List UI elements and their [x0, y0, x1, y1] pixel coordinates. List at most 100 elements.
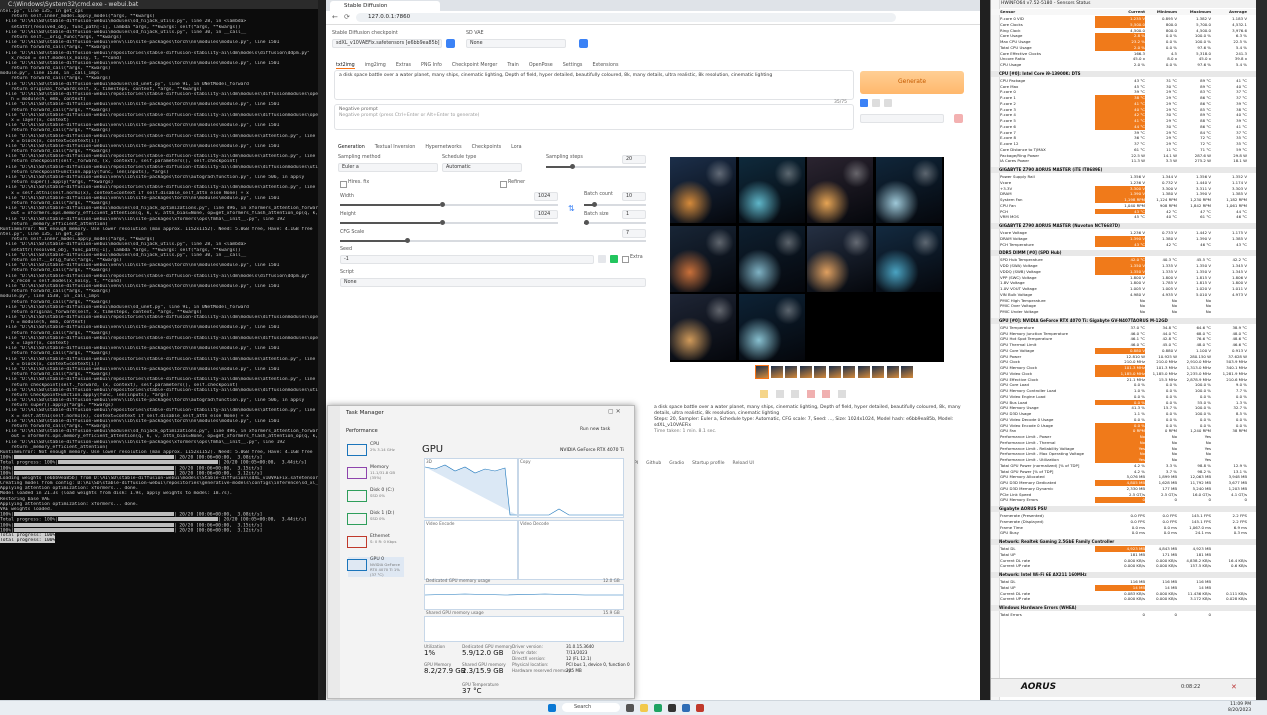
steps-input[interactable]: 20: [622, 155, 646, 164]
tab-extensions[interactable]: Extensions: [592, 63, 618, 68]
vae-select[interactable]: None: [466, 39, 566, 48]
width-input[interactable]: 1024: [534, 192, 558, 201]
gallery-thumbnail[interactable]: [857, 366, 870, 378]
tm-item-disk-0-c-[interactable]: Disk 0 (C:) SSD 0%: [347, 488, 404, 502]
hwinfo-section-header[interactable]: GPU [#0]: NVIDIA GeForce RTX 4070 Ti: Gi…: [991, 317, 1257, 324]
prompt-textarea[interactable]: a disk space battle over a water planet,…: [334, 70, 854, 100]
tm-item-cpu[interactable]: CPU 2% 3.14 GHz: [347, 442, 404, 456]
refresh-checkpoint-icon[interactable]: [446, 39, 455, 48]
hwinfo-row[interactable]: VRM MOS 45 °C 40 °C 61 °C 46 °C: [991, 214, 1257, 220]
tab-settings[interactable]: Settings: [563, 63, 583, 68]
styles-select[interactable]: [860, 114, 944, 123]
tab-train[interactable]: Train: [507, 63, 519, 68]
hwinfo-column-header[interactable]: Current: [1095, 9, 1145, 15]
batch-count-slider[interactable]: [584, 202, 646, 207]
generate-button[interactable]: Generate: [860, 71, 964, 94]
hwinfo-row[interactable]: Current UP rate 0.000 KB/s 0.000 KB/s 3.172…: [991, 596, 1257, 602]
send-img2img-icon[interactable]: [806, 390, 815, 398]
terminal-icon[interactable]: [668, 704, 676, 712]
hwinfo-column-header[interactable]: Maximum: [1181, 9, 1211, 15]
refiner-checkbox[interactable]: [500, 181, 507, 188]
subtab-generation[interactable]: Generation: [338, 145, 365, 150]
batch-size-input[interactable]: 1: [622, 210, 646, 219]
generated-image[interactable]: [670, 294, 736, 360]
folder-icon[interactable]: [760, 390, 768, 398]
task-manager-icon[interactable]: [682, 704, 690, 712]
hwinfo-row[interactable]: Total Errors 0 0 0: [991, 612, 1257, 618]
steps-slider[interactable]: [546, 164, 646, 169]
gallery-thumbnail[interactable]: [814, 366, 826, 378]
trash-icon[interactable]: [872, 99, 880, 107]
swap-dimensions-icon[interactable]: ⇅: [568, 204, 575, 213]
tab-png-info[interactable]: PNG Info: [421, 63, 442, 68]
gallery-thumbnail[interactable]: [828, 366, 841, 378]
hwinfo-row[interactable]: Current UP rate 0.000 KB/s 0.000 KB/s 157.5…: [991, 563, 1257, 569]
hwinfo-column-header[interactable]: Average: [1217, 9, 1247, 15]
gallery-thumbnail[interactable]: [785, 366, 797, 378]
hwinfo-section-header[interactable]: Network: Realtek Gaming 2.5GbE Family Co…: [991, 539, 1257, 545]
hwinfo-row[interactable]: IA Cores Power 11.3 W 3.3 W 275.2 W 18.1 W: [991, 158, 1257, 164]
hwinfo-row[interactable]: CPU Usage 2.0 % 0.0 % 97.6 % 5.4 %: [991, 62, 1257, 68]
width-slider[interactable]: [340, 202, 558, 207]
read-params-icon[interactable]: [860, 99, 868, 107]
extra-checkbox[interactable]: [622, 256, 629, 263]
hwinfo-icon[interactable]: [696, 704, 704, 712]
hwinfo-row[interactable]: GPU Memory Errors 0 0 0 0: [991, 497, 1257, 504]
generated-image[interactable]: [670, 157, 736, 223]
hwinfo-section-header[interactable]: Gigabyte AORUS PSU: [991, 506, 1257, 512]
reuse-seed-icon[interactable]: [610, 255, 618, 263]
hwinfo-section-header[interactable]: CPU [#0]: Intel Core i9-13900K: DTS: [991, 70, 1257, 77]
edit-style-icon[interactable]: [954, 114, 963, 123]
subtab-hypernetworks[interactable]: Hypernetworks: [425, 145, 461, 150]
start-icon[interactable]: [548, 704, 556, 712]
refresh-vae-icon[interactable]: [579, 39, 588, 48]
height-slider[interactable]: [340, 220, 558, 225]
output-gallery[interactable]: [670, 157, 944, 362]
footer-link[interactable]: Github: [646, 461, 661, 466]
subtab-textual-inversion[interactable]: Textual Inversion: [375, 145, 416, 150]
tab-txt2img[interactable]: txt2img: [336, 63, 355, 69]
generated-image[interactable]: [807, 157, 873, 223]
terminal-window[interactable]: C:\Windows\System32\cmd.exe - webui.bat …: [0, 0, 318, 700]
hwinfo-section-header[interactable]: GIGABYTE Z790 AORUS MASTER (iTE IT8689E): [991, 167, 1257, 173]
file-explorer-icon[interactable]: [640, 704, 648, 712]
window-controls[interactable]: ▢ ✕: [608, 408, 621, 415]
gallery-thumbnail[interactable]: [799, 366, 812, 378]
gallery-thumbnail[interactable]: [901, 366, 913, 378]
run-new-task-button[interactable]: Run new task: [580, 427, 610, 432]
reload-icon[interactable]: ⟳: [344, 13, 350, 21]
taskbar-search[interactable]: Search: [562, 703, 620, 712]
sampling-method-select[interactable]: Euler a: [338, 163, 438, 172]
clock[interactable]: 11:09 PM 8/20/2023: [1228, 702, 1251, 714]
generated-image[interactable]: [875, 225, 942, 292]
hwinfo-section-header[interactable]: Network: Intel Wi-Fi 6E AX211 160MHz: [991, 572, 1257, 578]
task-view-icon[interactable]: [626, 704, 634, 712]
chrome-icon[interactable]: [654, 704, 662, 712]
cfg-input[interactable]: 7: [622, 229, 646, 238]
send-extras-icon[interactable]: [837, 390, 846, 398]
send-inpaint-icon[interactable]: [822, 390, 831, 398]
tab-extras[interactable]: Extras: [396, 63, 411, 68]
hwinfo-row[interactable]: PCH Temperature 43 °C 42 °C 46 °C 43 °C: [991, 241, 1257, 248]
generated-image[interactable]: [875, 157, 942, 223]
generated-image[interactable]: [738, 157, 805, 223]
hwinfo-column-header[interactable]: Minimum: [1147, 9, 1177, 15]
footer-link[interactable]: Startup profile: [692, 461, 724, 466]
checkpoint-select[interactable]: sdXL_v10VAEFix.safetensors [e6bb9ea85b]: [332, 39, 442, 48]
back-icon[interactable]: ←: [332, 13, 338, 21]
batch-size-slider[interactable]: [584, 220, 646, 225]
hwinfo-column-header[interactable]: Sensor: [1000, 9, 1015, 15]
hwinfo-row[interactable]: PMIC Under Voltage No No No: [991, 309, 1257, 315]
hwinfo-window[interactable]: HWiNFO64 v7.52-5180 - Sensors Status Sen…: [990, 0, 1257, 700]
save-icon[interactable]: [775, 390, 784, 398]
batch-count-input[interactable]: 10: [622, 192, 646, 201]
tab-openpose[interactable]: OpenPose: [529, 63, 553, 68]
tm-item-memory[interactable]: Memory 11.1/31.8 GB (35%): [347, 465, 404, 480]
tm-item-ethernet[interactable]: Ethernet S: 0 R: 0 Kbps: [347, 534, 404, 548]
gallery-thumbnail[interactable]: [872, 366, 884, 378]
tm-item-gpu-0[interactable]: GPU 0 NVIDIA GeForce RTX 4070 Ti 1% (37 °…: [347, 557, 404, 577]
cfg-slider[interactable]: [340, 238, 646, 243]
generated-image[interactable]: [670, 225, 736, 292]
style-icon[interactable]: [884, 99, 892, 107]
schedule-select[interactable]: Automatic: [442, 163, 522, 172]
